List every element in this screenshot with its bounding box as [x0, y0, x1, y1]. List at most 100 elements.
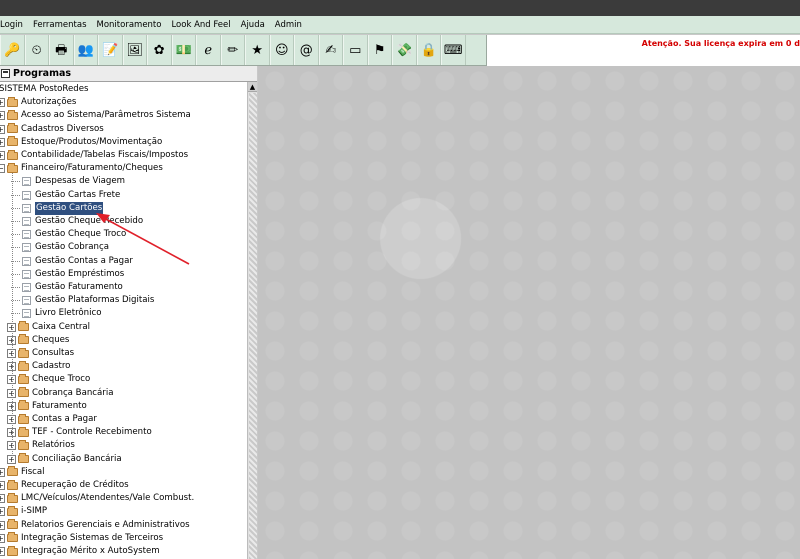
tree-row[interactable]: + Cadastros Diversos — [0, 123, 104, 136]
expand-toggle-icon[interactable]: + — [0, 151, 5, 160]
folder-icon — [7, 109, 18, 120]
expand-toggle-icon[interactable]: + — [0, 124, 5, 134]
toolbar-button-money[interactable]: 💵 — [171, 35, 196, 65]
expand-toggle-icon[interactable]: − — [0, 164, 5, 174]
folder-icon — [18, 439, 29, 450]
desktop-area — [258, 66, 800, 559]
expand-toggle-icon[interactable]: + — [0, 98, 5, 108]
flag-icon: ⚑ — [373, 42, 386, 58]
toolbar-button-users[interactable]: 👥 — [73, 35, 98, 65]
toolbar-button-card[interactable]: ▭ — [343, 35, 368, 65]
tree-row[interactable]: + Contas a Pagar — [7, 413, 97, 426]
tree-item-label: Consultas — [32, 348, 75, 358]
tree-row[interactable]: Livro Eletrônico — [11, 307, 102, 320]
tree-row[interactable]: + Caixa Central — [7, 321, 90, 334]
toolbar-button-flower[interactable]: ✿ — [147, 35, 172, 65]
tree-row[interactable]: + Cobrança Bancária — [7, 387, 113, 400]
tree-row[interactable]: + Consultas — [7, 347, 74, 360]
menu-admin[interactable]: Admin — [270, 20, 307, 30]
pencil-icon: ✏ — [227, 42, 239, 58]
toolbar-button-printer[interactable]: 🖶 — [49, 35, 74, 65]
toolbar-button-key[interactable]: 🔑 — [0, 35, 25, 65]
tree-row[interactable]: + Contabilidade/Tabelas Fiscais/Impostos — [0, 149, 188, 162]
tree-row[interactable]: Gestão Cheque Troco — [11, 228, 126, 241]
tree-row[interactable]: Gestão Empréstimos — [11, 268, 124, 281]
toolbar-button-email[interactable]: @ — [294, 35, 319, 65]
tree-row[interactable]: − Financeiro/Faturamento/Cheques — [0, 162, 163, 175]
expand-toggle-icon[interactable]: + — [0, 520, 5, 530]
tree-item-label: Cheque Troco — [32, 374, 91, 385]
tree-row[interactable]: SISTEMA PostoRedes — [0, 83, 88, 96]
toolbar-button-notepad[interactable]: 📝 — [98, 35, 123, 65]
expand-toggle-icon[interactable]: + — [0, 137, 5, 147]
toolbar-button-face[interactable]: ☺ — [269, 35, 294, 65]
hand-icon: ✍ — [325, 42, 337, 58]
tree-row[interactable]: Gestão Plataformas Digitais — [11, 294, 154, 307]
expand-toggle-icon[interactable]: + — [0, 111, 5, 121]
tree-scrollbar[interactable]: ▲ — [247, 82, 257, 559]
expand-toggle-icon[interactable]: + — [0, 533, 5, 543]
folder-icon — [18, 347, 29, 358]
tree-item-label: Acesso ao Sistema/Parâmetros Sistema — [21, 110, 191, 121]
menu-look-and-feel[interactable]: Look And Feel — [166, 20, 235, 30]
tree-row[interactable]: + Cheque Troco — [7, 373, 90, 386]
toolbar-button-flag[interactable]: ⚑ — [367, 35, 392, 65]
tree-row[interactable]: + Cadastro — [7, 360, 70, 373]
tree-row-selected[interactable]: Gestão Cartões — [11, 201, 104, 215]
picture-icon: 🖼 — [126, 42, 143, 58]
tree-row[interactable]: Gestão Cobrança — [11, 241, 109, 254]
tree-item-label: Faturamento — [32, 400, 87, 411]
tree-row[interactable]: + Estoque/Produtos/Movimentação — [0, 136, 162, 149]
scroll-thumb[interactable] — [249, 93, 257, 559]
tree-row[interactable]: + Cheques — [7, 334, 69, 347]
tree-row[interactable]: + LMC/Veículos/Atendentes/Vale Combust. — [0, 492, 194, 505]
tree-item-label: Cheques — [32, 334, 70, 345]
tree-row[interactable]: + Fiscal — [0, 466, 45, 479]
toolbar-button-pencil[interactable]: ✏ — [220, 35, 245, 65]
toolbar-button-keyboard[interactable]: ⌨ — [441, 35, 466, 65]
toolbar-button-clock[interactable]: ⏲ — [24, 35, 49, 65]
folder-icon — [18, 453, 29, 464]
tree-item-label: Gestão Cheque Recebido — [35, 216, 144, 226]
scroll-up-arrow-icon[interactable]: ▲ — [248, 82, 257, 92]
tree-row[interactable]: Gestão Cartas Frete — [11, 189, 120, 202]
tree-row[interactable]: + Relatorios Gerenciais e Administrativos — [0, 519, 190, 532]
toolbar-button-lock[interactable]: 🔒 — [416, 35, 441, 65]
toolbar-button-hand[interactable]: ✍ — [318, 35, 343, 65]
expand-toggle-icon[interactable]: + — [0, 494, 5, 504]
menu-login[interactable]: Login — [0, 20, 28, 30]
menu-monitoramento[interactable]: Monitoramento — [92, 20, 167, 30]
tree-row[interactable]: + TEF - Controle Recebimento — [7, 426, 152, 439]
tree-row[interactable]: + Faturamento — [7, 400, 87, 413]
expand-toggle-icon[interactable]: + — [0, 467, 5, 477]
window-icon[interactable] — [1, 69, 10, 78]
tree-item-label: Livro Eletrônico — [35, 308, 102, 319]
toolbar-button-cash[interactable]: 💸 — [392, 35, 417, 65]
tree-row[interactable]: + Integração Sistemas de Terceiros — [0, 532, 163, 545]
tree-row[interactable]: + Recuperação de Créditos — [0, 479, 129, 492]
toolbar-button-star[interactable]: ★ — [245, 35, 270, 65]
keyboard-icon: ⌨ — [443, 42, 463, 58]
tree-item-label: Relatorios Gerenciais e Administrativos — [21, 519, 190, 530]
menu-ferramentas[interactable]: Ferramentas — [28, 20, 92, 30]
tree-row[interactable]: + Integração Mérito x AutoSystem — [0, 545, 160, 558]
tree-row[interactable]: Despesas de Viagem — [11, 175, 125, 188]
tree-row[interactable]: + Relatórios — [7, 439, 75, 452]
expand-toggle-icon[interactable]: + — [0, 547, 5, 556]
tree-row[interactable]: + Autorizações — [0, 96, 76, 109]
tree-row[interactable]: + Acesso ao Sistema/Parâmetros Sistema — [0, 109, 191, 122]
tree-row[interactable]: Gestão Contas a Pagar — [11, 255, 133, 268]
tree-item-label: Despesas de Viagem — [35, 176, 126, 187]
tree-row[interactable]: Gestão Cheque Recebido — [11, 215, 143, 228]
tree-row[interactable]: + i-SIMP — [0, 505, 47, 518]
tree-row[interactable]: Gestão Faturamento — [11, 281, 123, 294]
toolbar-button-picture[interactable]: 🖼 — [122, 35, 147, 65]
menu-ajuda[interactable]: Ajuda — [236, 20, 270, 30]
folder-icon — [7, 136, 18, 147]
document-icon — [22, 269, 31, 279]
expand-toggle-icon[interactable]: + — [0, 507, 5, 517]
toolbar-button-internet-explorer[interactable]: ℯ — [196, 35, 221, 65]
expand-toggle-icon[interactable]: + — [0, 481, 5, 490]
tree-row[interactable]: + Conciliação Bancária — [7, 453, 122, 466]
document-icon — [22, 243, 31, 253]
